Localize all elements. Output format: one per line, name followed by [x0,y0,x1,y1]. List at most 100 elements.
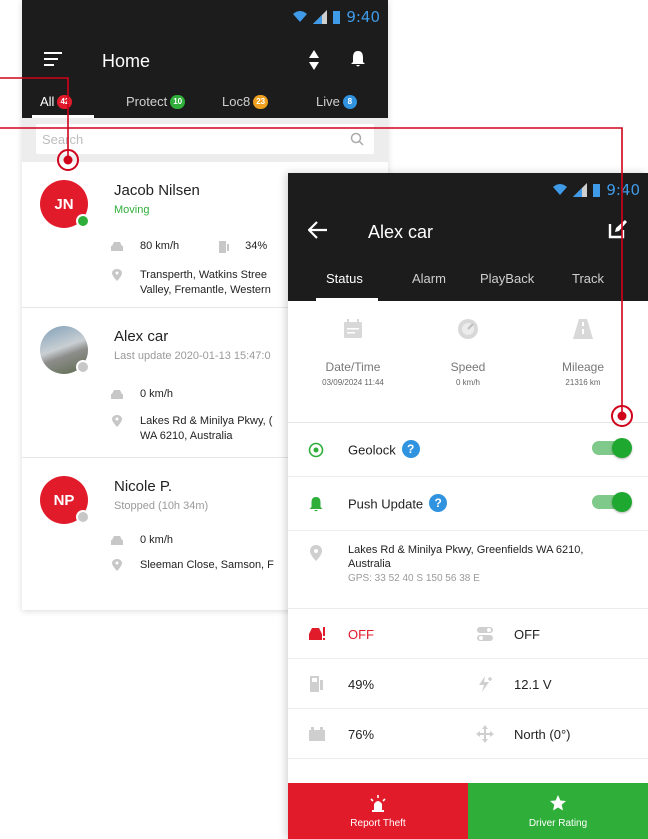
vehicle-state: Last update 2020-01-13 15:47:0 [114,350,271,362]
alarm-status: OFF [288,609,458,659]
bell-icon [309,497,323,512]
fuel-level: 49% [288,659,458,709]
report-theft-button[interactable]: Report Theft [288,783,468,839]
fuel-icon [219,241,230,253]
geolock-target-icon [308,442,324,458]
tab-all[interactable]: All 42 [40,94,73,109]
signal-icon [313,10,328,24]
address-row: Lakes Rd & Minilya Pkwy, ( WA 6210, Aust… [110,414,272,444]
location-pin-icon [310,545,322,561]
tab-alarm[interactable]: Alarm [412,271,446,286]
fuel-icon [310,676,323,692]
geolock-row: Geolock? [288,423,648,477]
car-alarm-icon [309,627,325,640]
tab-track[interactable]: Track [572,271,604,286]
wifi-icon [293,11,308,22]
status-dot [76,214,90,228]
push-update-row: Push Update? [288,477,648,531]
speed-row: 0 km/h [110,388,173,401]
speed-row: 80 km/h 34% [110,240,267,253]
page-title: Home [102,51,151,71]
location-pin-icon [112,559,122,571]
search-icon[interactable] [350,132,364,146]
tab-loc8[interactable]: Loc8 23 [222,94,269,109]
geolock-toggle[interactable] [592,438,632,458]
home-tabs: All 42 Protect 10 Loc8 23 Live 8 [22,88,388,118]
battery-icon [593,184,601,197]
help-icon[interactable]: ? [429,494,448,512]
vehicle-name: Nicole P. [114,478,173,495]
avatar: JN [40,180,90,228]
vehicle-state: Moving [114,204,150,216]
calendar-icon [344,319,362,338]
tab-count-badge: 8 [342,94,357,109]
car-icon [111,536,123,545]
status-dot [76,510,90,524]
tab-playback[interactable]: PlayBack [480,271,534,286]
status-time: 9:40 [346,8,380,26]
switch-icon [477,627,493,641]
vehicle-photo [40,326,90,374]
speed-row: 0 km/h [110,534,173,547]
status-bar: 9:40 [288,173,648,203]
car-icon [111,242,123,251]
help-icon[interactable]: ? [401,440,420,458]
tab-live[interactable]: Live 8 [316,94,357,109]
battery-icon [333,11,341,24]
car-icon [111,390,123,399]
status-grid-row: 76% North (0°) [288,709,648,759]
location-pin-icon [112,415,122,427]
push-update-toggle[interactable] [592,492,632,512]
location-pin-icon [112,269,122,281]
siren-icon [370,794,386,812]
location-address: Lakes Rd & Minilya Pkwy, Greenfields WA … [348,544,584,570]
status-grid-row: OFF OFF [288,609,648,659]
wifi-icon [553,184,568,195]
battery-voltage: 12.1 V [468,659,638,709]
compass-arrows-icon [476,725,494,743]
stat-datetime: Date/Time 03/09/2024 11:44 [298,317,408,387]
back-arrow-icon[interactable] [308,221,328,239]
avatar: NP [40,476,90,524]
tab-count-badge: 23 [253,94,269,109]
star-icon [550,794,566,810]
menu-icon[interactable] [44,52,62,70]
stat-speed: Speed 0 km/h [413,317,523,387]
bottom-action-bar: Report Theft Driver Rating [288,783,648,839]
vehicle-name: Alex car [114,328,169,345]
edit-icon[interactable] [608,219,628,239]
battery-level: 76% [288,709,458,759]
stat-mileage: Mileage 21316 km [528,317,638,387]
driver-rating-button[interactable]: Driver Rating [468,783,648,839]
home-app-bar: Home [22,32,388,88]
vehicle-name: Jacob Nilsen [114,182,200,199]
car-battery-icon [309,727,325,741]
detail-app-bar: Alex car [288,203,648,259]
address-row: Sleeman Close, Samson, F [110,558,274,573]
bell-icon[interactable] [350,50,366,68]
status-grid-row: 49% 12.1 V [288,659,648,709]
sort-icon[interactable] [308,49,320,71]
ignition-status: OFF [468,609,638,659]
tab-count-badge: 42 [57,94,73,109]
search-bar [22,118,388,162]
gps-coordinates: GPS: 33 52 40 S 150 56 38 E [348,573,480,584]
status-bar: 9:40 [22,0,388,32]
active-tab-indicator [32,115,94,118]
vehicle-state: Stopped (10h 34m) [114,500,209,512]
status-dot [76,360,90,374]
search-input[interactable] [36,124,374,154]
tab-protect[interactable]: Protect 10 [126,94,186,109]
page-title: Alex car [368,222,434,242]
address-row: Transperth, Watkins Stree Valley, Freman… [110,268,271,298]
location-panel: Lakes Rd & Minilya Pkwy, Greenfields WA … [288,531,648,609]
signal-icon [573,183,588,197]
road-icon [573,319,593,339]
tab-count-badge: 10 [170,94,186,109]
tab-status[interactable]: Status [326,271,363,286]
heading: North (0°) [468,709,638,759]
stats-panel: Date/Time 03/09/2024 11:44 Speed 0 km/h … [288,301,648,423]
voltage-icon [479,676,492,692]
speedometer-icon [458,319,478,339]
vehicle-detail-screen: 9:40 Alex car Status Alarm PlayBack Trac… [288,173,648,839]
